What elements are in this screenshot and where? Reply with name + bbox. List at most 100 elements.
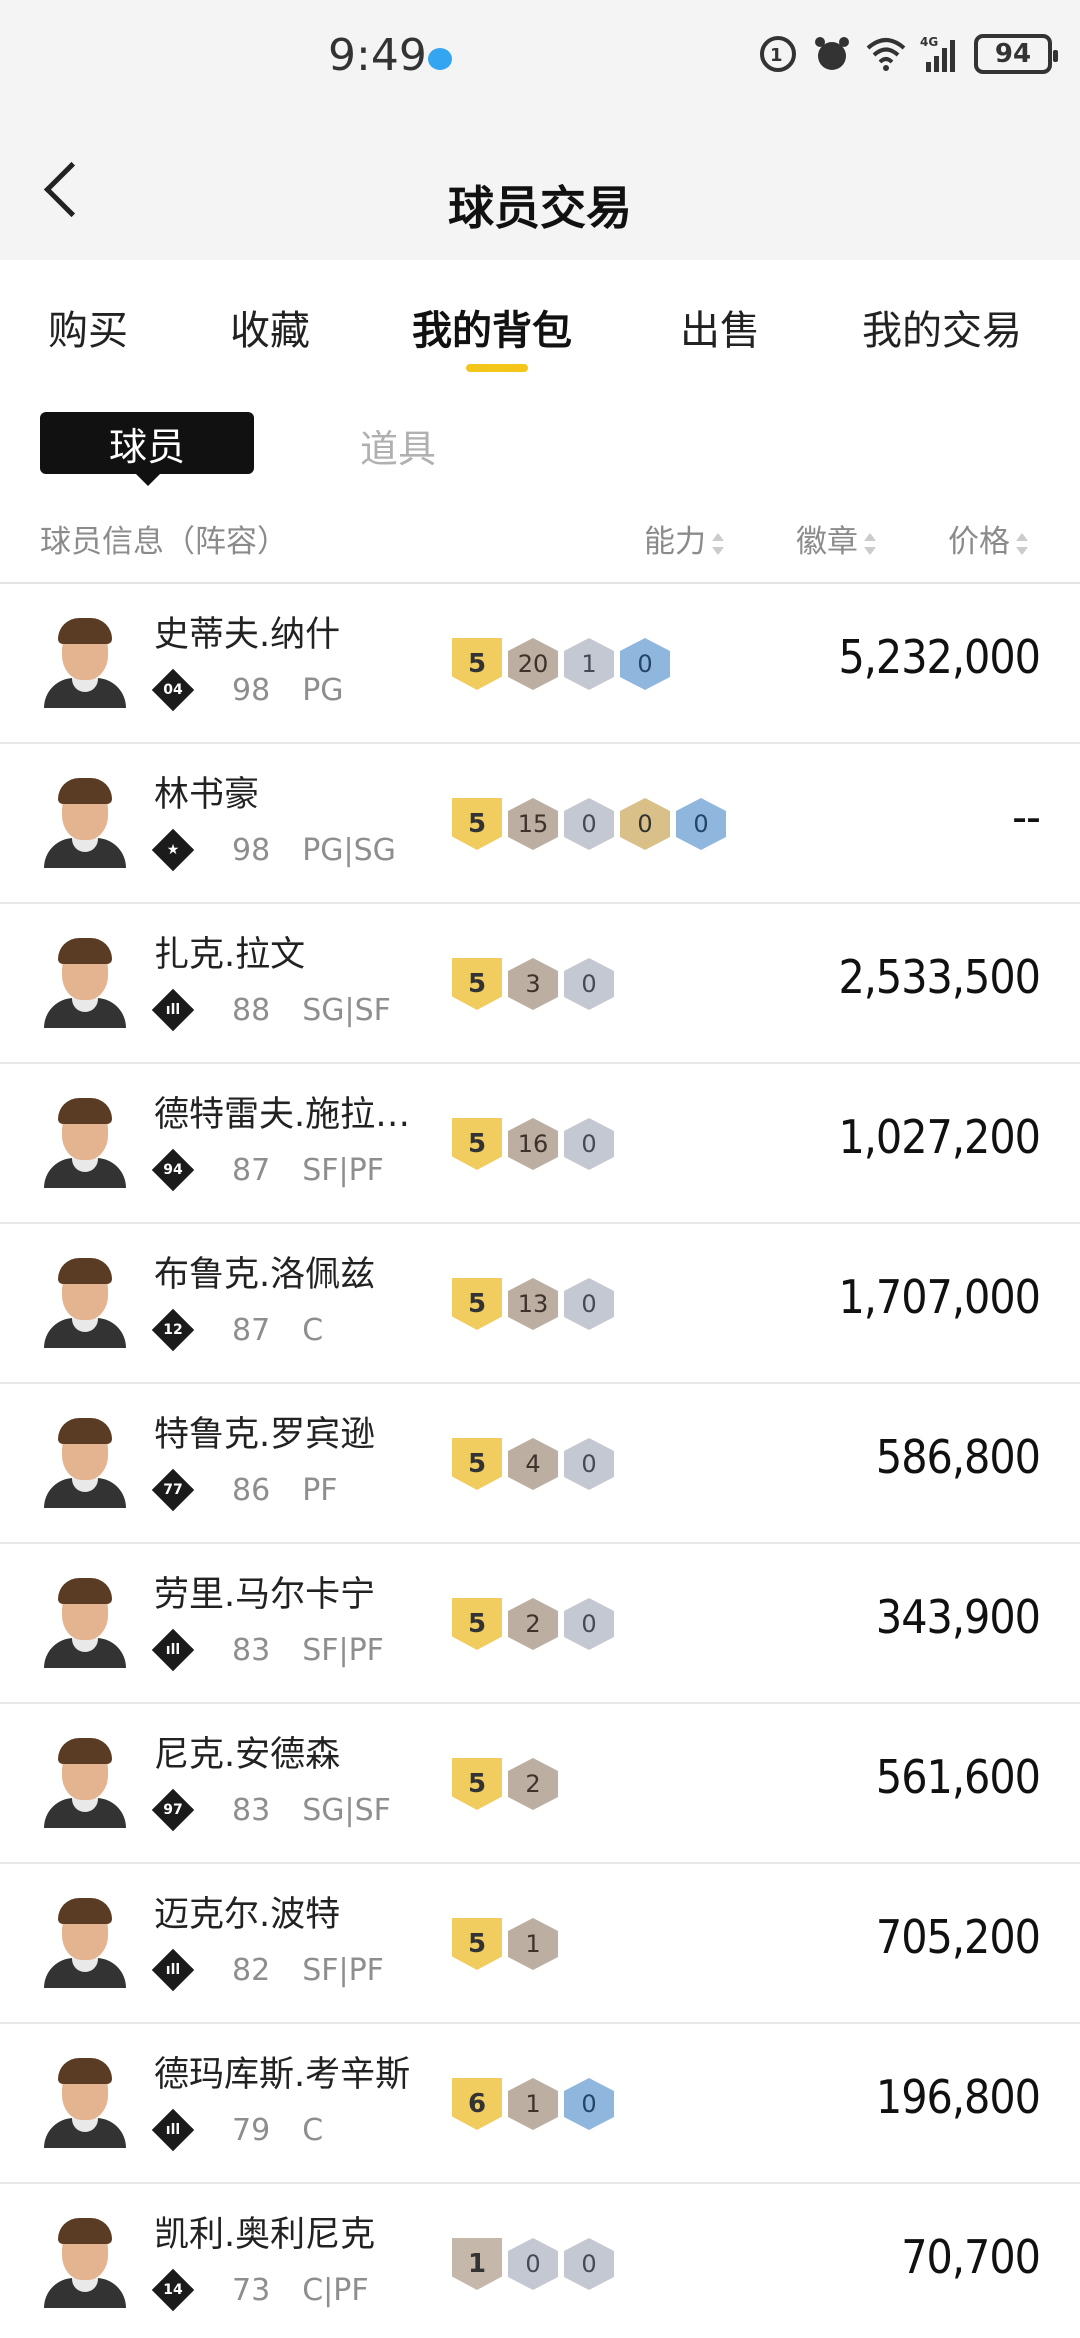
level-badge: 5 xyxy=(452,1598,502,1650)
player-price: 1,027,200 xyxy=(838,1110,1041,1164)
svg-text:4G: 4G xyxy=(920,35,938,49)
player-overall: 79 xyxy=(232,2112,271,2148)
gold-badge-icon: 0 xyxy=(620,798,670,850)
player-row[interactable]: 扎克.拉文 ıll 88 SG|SF 5 3 0 2,533,500 xyxy=(0,904,1080,1064)
level-badge: 5 xyxy=(452,1438,502,1490)
level-value: 1 xyxy=(467,2249,487,2279)
player-avatar xyxy=(40,1896,130,1988)
tab-sell[interactable]: 出售 xyxy=(680,298,760,356)
player-meta: 14 73 C|PF xyxy=(151,2268,369,2312)
player-position: SF|PF xyxy=(302,1952,384,1988)
player-row[interactable]: 德特雷夫.施拉… 94 87 SF|PF 5 16 0 1,027,200 xyxy=(0,1064,1080,1224)
level-value: 5 xyxy=(467,1609,487,1639)
badge-group: 5 3 0 xyxy=(452,958,614,1010)
level-value: 5 xyxy=(467,649,487,679)
level-badge: 5 xyxy=(452,798,502,850)
badge-count: 0 xyxy=(581,810,597,838)
player-position: SF|PF xyxy=(302,1152,384,1188)
col-ability[interactable]: 能力 xyxy=(644,516,724,561)
player-overall: 83 xyxy=(232,1632,271,1668)
player-price: 705,200 xyxy=(875,1910,1041,1964)
level-badge: 5 xyxy=(452,638,502,690)
badge-count: 1 xyxy=(581,650,597,678)
bronze-badge-icon: 1 xyxy=(508,1918,558,1970)
sort-icon xyxy=(1016,532,1028,555)
level-value: 5 xyxy=(467,809,487,839)
level-badge: 5 xyxy=(452,1758,502,1810)
badge-count: 0 xyxy=(581,1450,597,1478)
bronze-badge-icon: 2 xyxy=(508,1598,558,1650)
silver-badge-icon: 1 xyxy=(564,638,614,690)
player-row[interactable]: 林书豪 ★ 98 PG|SG 5 15 0 0 0 -- xyxy=(0,744,1080,904)
badge-group: 51 xyxy=(452,1918,558,1970)
badge-count: 4 xyxy=(525,1450,541,1478)
jersey-number: ıll xyxy=(165,1962,181,1978)
player-overall: 86 xyxy=(232,1472,271,1508)
level-value: 5 xyxy=(467,1289,487,1319)
jersey-number: ıll xyxy=(165,1002,181,1018)
jersey-number-icon: ıll xyxy=(151,2108,195,2152)
player-avatar xyxy=(40,2056,130,2148)
player-avatar xyxy=(40,1416,130,1508)
jersey-number: ıll xyxy=(165,1642,181,1658)
player-overall: 98 xyxy=(232,672,271,708)
svg-text:1: 1 xyxy=(770,45,783,66)
badge-count: 0 xyxy=(581,1130,597,1158)
jersey-number-icon: ıll xyxy=(151,1948,195,1992)
level-value: 5 xyxy=(467,1769,487,1799)
player-row[interactable]: 布鲁克.洛佩兹 12 87 C 5 13 0 1,707,000 xyxy=(0,1224,1080,1384)
jersey-number: ★ xyxy=(166,842,180,858)
player-price: 2,533,500 xyxy=(838,950,1041,1004)
player-position: SG|SF xyxy=(302,992,391,1028)
player-price: 196,800 xyxy=(875,2070,1041,2124)
tab-my-trades[interactable]: 我的交易 xyxy=(862,298,1022,356)
player-row[interactable]: 迈克尔.波特 ıll 82 SF|PF 51 705,200 xyxy=(0,1864,1080,2024)
hd-call-icon: 1 xyxy=(760,36,796,72)
player-name: 德特雷夫.施拉… xyxy=(154,1095,411,1135)
silver-badge-icon: 0 xyxy=(564,2238,614,2290)
hof-badge-icon: 0 xyxy=(620,638,670,690)
level-value: 6 xyxy=(467,2089,487,2119)
badge-count: 0 xyxy=(525,2250,541,2278)
player-row[interactable]: 尼克.安德森 97 83 SG|SF 52 561,600 xyxy=(0,1704,1080,1864)
tab-favorites[interactable]: 收藏 xyxy=(230,298,310,356)
tab-buy[interactable]: 购买 xyxy=(48,298,128,356)
player-row[interactable]: 劳里.马尔卡宁 ıll 83 SF|PF 5 2 0 343,900 xyxy=(0,1544,1080,1704)
col-badge[interactable]: 徽章 xyxy=(796,516,876,561)
player-row[interactable]: 特鲁克.罗宾逊 77 86 PF 5 4 0 586,800 xyxy=(0,1384,1080,1544)
player-price: 70,700 xyxy=(901,2230,1041,2284)
bronze-badge-icon: 13 xyxy=(508,1278,558,1330)
jersey-number-icon: 12 xyxy=(151,1308,195,1352)
player-overall: 98 xyxy=(232,832,271,868)
wifi-icon xyxy=(866,38,906,71)
segment-players[interactable]: 球员 xyxy=(40,412,254,486)
badge-group: 6 1 0 xyxy=(452,2078,614,2130)
silver-badge-icon: 0 xyxy=(564,798,614,850)
col-price[interactable]: 价格 xyxy=(948,516,1028,561)
message-bubble-icon xyxy=(428,48,452,70)
jersey-number: 14 xyxy=(163,2282,183,2298)
tab-my-backpack[interactable]: 我的背包 xyxy=(412,298,572,356)
status-time: 9:49 xyxy=(328,30,427,81)
badge-count: 2 xyxy=(525,1610,541,1638)
level-badge: 5 xyxy=(452,1918,502,1970)
jersey-number: 77 xyxy=(163,1482,183,1498)
player-list: 史蒂夫.纳什 04 98 PG 5 20 1 0 5,232,000 林书豪 ★ 98… xyxy=(0,584,1080,2338)
player-row[interactable]: 史蒂夫.纳什 04 98 PG 5 20 1 0 5,232,000 xyxy=(0,584,1080,744)
badge-count: 0 xyxy=(581,1290,597,1318)
player-row[interactable]: 德玛库斯.考辛斯 ıll 79 C 6 1 0 196,800 xyxy=(0,2024,1080,2184)
status-icons: 1 4G 94 xyxy=(758,34,1058,74)
col-badge-label: 徽章 xyxy=(796,524,858,560)
jersey-number-icon: ıll xyxy=(151,988,195,1032)
player-row[interactable]: 凯利.奥利尼克 14 73 C|PF 1 0 0 70,700 xyxy=(0,2184,1080,2338)
player-name: 德玛库斯.考辛斯 xyxy=(154,2055,411,2095)
jersey-number-icon: 94 xyxy=(151,1148,195,1192)
player-meta: 12 87 C xyxy=(151,1308,323,1352)
badge-count: 0 xyxy=(581,970,597,998)
badge-count: 0 xyxy=(637,810,653,838)
segment-items[interactable]: 道具 xyxy=(360,418,436,473)
hof-badge-icon: 0 xyxy=(676,798,726,850)
badge-count: 0 xyxy=(693,810,709,838)
player-overall: 82 xyxy=(232,1952,271,1988)
player-position: SG|SF xyxy=(302,1792,391,1828)
